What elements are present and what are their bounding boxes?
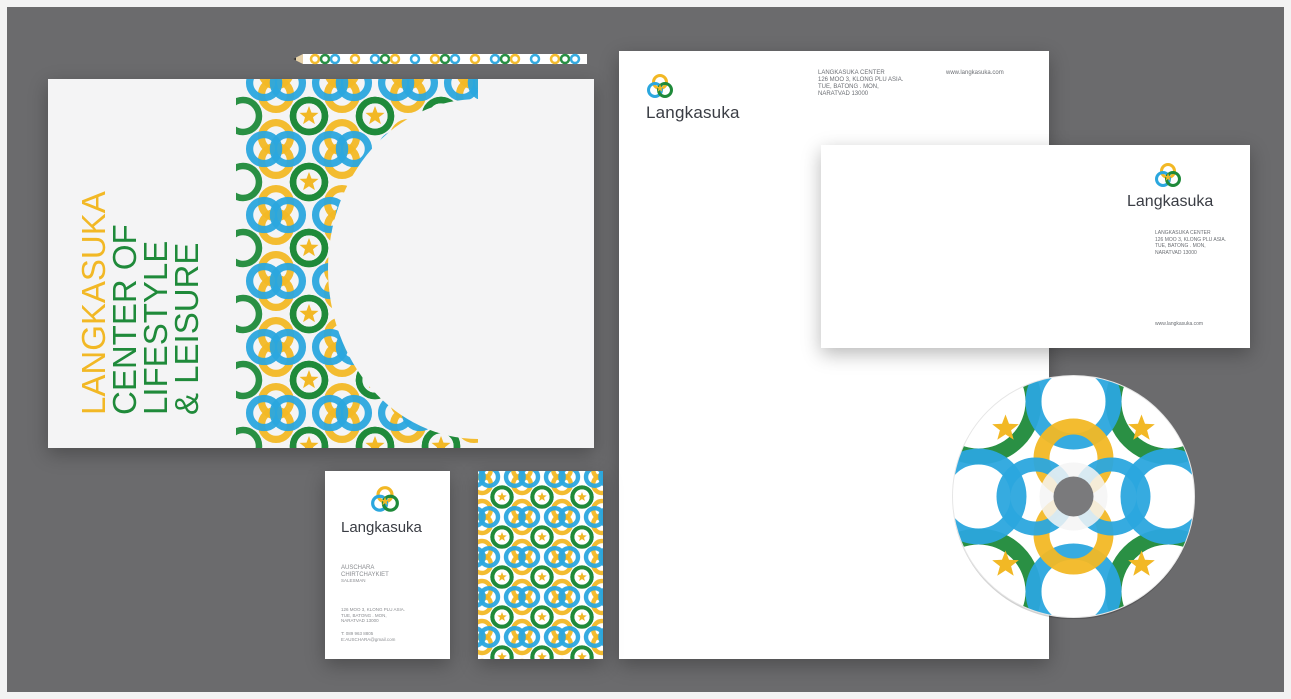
business-card-back: [478, 471, 603, 659]
cd-disc: [952, 375, 1195, 619]
star-icon: [577, 532, 587, 541]
business-card-front: Langkasuka AUSCHARA CHIRTCHAYKIET SALESM…: [325, 471, 450, 659]
star-icon: [537, 612, 547, 621]
letterhead-logo-text: Langkasuka: [646, 103, 740, 122]
letterhead-address: LANGKASUKA CENTER 126 MOO 3, KLONG PLU A…: [818, 70, 938, 98]
star-icon: [299, 238, 319, 257]
star-icon: [497, 572, 507, 581]
poster-line-4: & LEISURE: [168, 242, 205, 415]
envelope: Langkasuka LANGKASUKA CENTER 126 MOO 3, …: [821, 145, 1250, 348]
address-line: TUE, BATONG . MON,: [818, 84, 879, 90]
address-line: NARATVAD 13000: [1155, 249, 1197, 256]
star-icon: [365, 436, 385, 448]
star-icon: [431, 436, 451, 448]
star-icon: [497, 532, 507, 541]
card-back-pattern: [478, 471, 603, 659]
star-icon: [365, 106, 385, 125]
star-icon: [299, 172, 319, 191]
langkasuka-logo-icon: [647, 74, 673, 98]
envelope-website: www.langkasuka.com: [1155, 321, 1204, 327]
poster: LANGKASUKA CENTER OF LIFESTYLE & LEISURE: [48, 79, 594, 448]
langkasuka-logo-icon: [371, 486, 399, 512]
poster-line-3: LIFESTYLE: [137, 240, 174, 415]
card-logo-text: Langkasuka: [341, 519, 422, 536]
card-person: AUSCHARA CHIRTCHAYKIET SALESMAN: [341, 565, 441, 585]
mockup-stage: LANGKASUKA CENTER OF LIFESTYLE & LEISURE…: [7, 7, 1284, 692]
star-icon: [537, 492, 547, 501]
star-icon: [299, 370, 319, 389]
address-line: NARATVAD 13000: [818, 91, 869, 97]
langkasuka-logo-icon: [1155, 163, 1181, 187]
star-icon: [497, 612, 507, 621]
card-email: E:AUSCHARA@gmail.com: [341, 636, 396, 642]
star-icon: [497, 652, 507, 659]
pencil-icon: [293, 53, 587, 65]
star-icon: [299, 436, 319, 448]
address-line: 126 MOO 3, KLONG PLU ASIA.: [818, 77, 904, 83]
address-line: NARATVAD 13000: [341, 618, 379, 623]
cd-hole-icon: [1053, 476, 1094, 517]
star-icon: [299, 106, 319, 125]
envelope-address: LANGKASUKA CENTER 126 MOO 3, KLONG PLU A…: [1155, 230, 1245, 256]
star-icon: [537, 652, 547, 659]
envelope-logo-text: Langkasuka: [1127, 193, 1214, 210]
card-contact: T: 089 963 8805 E:AUSCHARA@gmail.com: [341, 631, 441, 642]
poster-line-2: CENTER OF: [106, 224, 143, 415]
star-icon: [577, 492, 587, 501]
address-line: LANGKASUKA CENTER: [818, 70, 885, 76]
star-icon: [497, 492, 507, 501]
star-icon: [299, 304, 319, 323]
star-icon: [577, 572, 587, 581]
star-icon: [577, 612, 587, 621]
card-address: 126 MOO 3, KLONG PLU ASIA. TUE, BATONG .…: [341, 607, 441, 624]
poster-line-1: LANGKASUKA: [75, 191, 112, 415]
star-icon: [537, 572, 547, 581]
letterhead-website: www.langkasuka.com: [946, 70, 1004, 76]
star-icon: [577, 652, 587, 659]
card-role: SALESMAN: [341, 578, 366, 583]
star-icon: [537, 532, 547, 541]
poster-title: LANGKASUKA CENTER OF LIFESTYLE & LEISURE: [75, 191, 205, 415]
